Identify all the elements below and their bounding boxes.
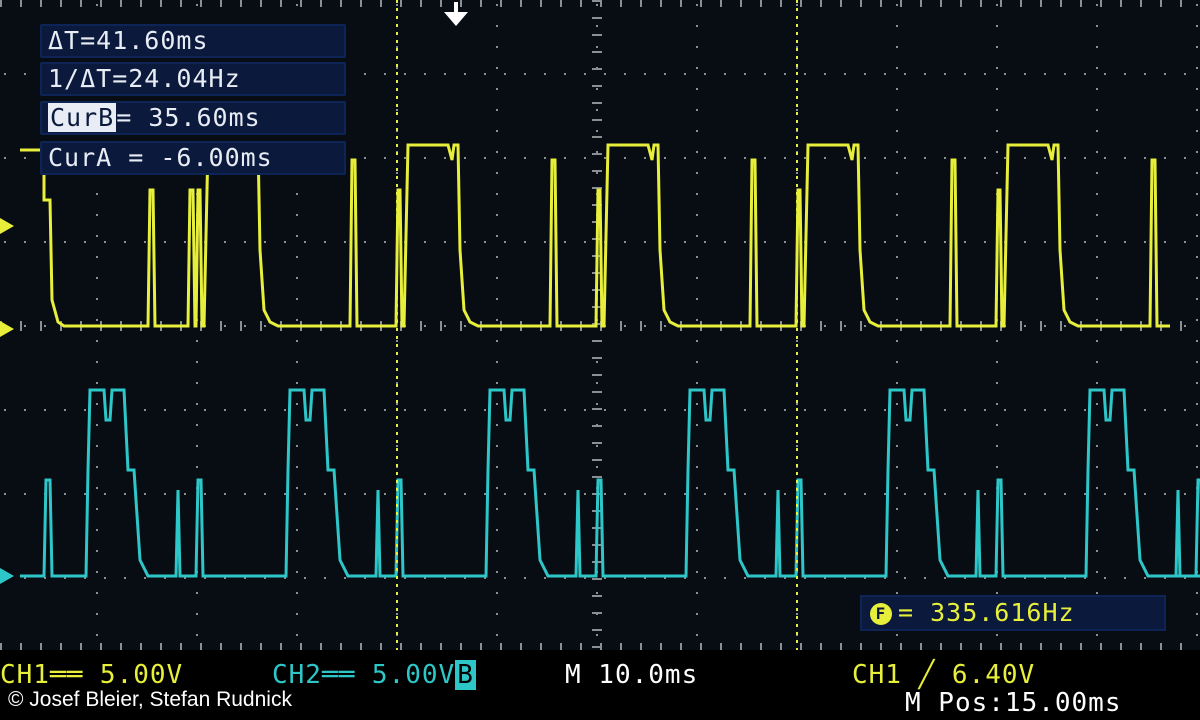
ch1-scale[interactable]: CH1══ 5.00V bbox=[0, 660, 183, 690]
timebase[interactable]: M 10.0ms bbox=[565, 660, 698, 690]
cursor-b-value: = 35.60ms bbox=[116, 103, 261, 132]
oscilloscope-display: ΔT=41.60ms 1/ΔT=24.04Hz CurB= 35.60ms Cu… bbox=[0, 0, 1200, 720]
ch2-ground-marker-icon bbox=[0, 568, 14, 584]
down-arrow-icon bbox=[444, 2, 468, 26]
waveform-layer bbox=[0, 0, 1200, 650]
cursor-b-label[interactable]: CurB bbox=[48, 103, 117, 132]
copyright-notice: © Josef Bleier, Stefan Rudnick bbox=[8, 688, 292, 711]
ch2-scale-value: CH2══ 5.00V bbox=[272, 660, 456, 690]
cursor-a-readout: CurA = -6.00ms bbox=[40, 141, 346, 175]
ch1-marker-icon bbox=[0, 218, 14, 234]
waveform-screen: ΔT=41.60ms 1/ΔT=24.04Hz CurB= 35.60ms Cu… bbox=[0, 0, 1200, 650]
trigger-level[interactable]: CH1 ╱ 6.40V bbox=[852, 660, 1035, 690]
bandwidth-limit-badge: B bbox=[455, 660, 476, 690]
frequency-icon: F bbox=[870, 603, 892, 625]
frequency-readout: F = 335.616Hz bbox=[860, 595, 1166, 631]
delta-t-readout: ΔT=41.60ms bbox=[40, 24, 346, 58]
ch2-waveform bbox=[20, 388, 1200, 578]
cursor-b-readout[interactable]: CurB= 35.60ms bbox=[40, 101, 346, 135]
frequency-value: = 335.616Hz bbox=[898, 598, 1075, 627]
ch1-ground-marker-icon bbox=[0, 321, 14, 337]
inverse-delta-t-readout: 1/ΔT=24.04Hz bbox=[40, 62, 346, 96]
horizontal-position[interactable]: M Pos:15.00ms bbox=[905, 688, 1122, 718]
ch2-scale[interactable]: CH2══ 5.00VB bbox=[272, 660, 476, 690]
